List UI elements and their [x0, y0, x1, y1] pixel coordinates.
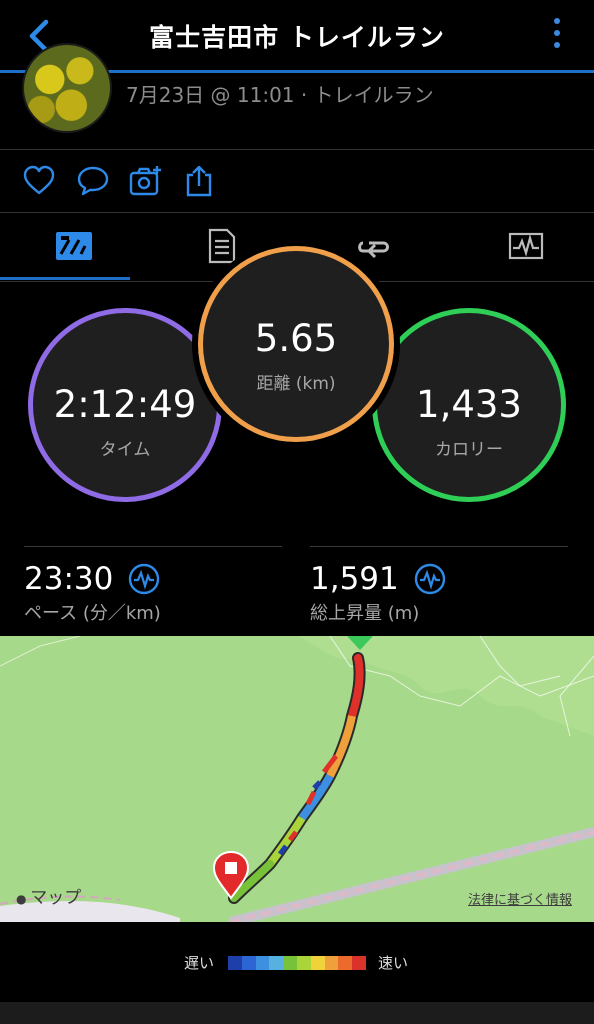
- legend-fast-label: 速い: [378, 954, 409, 972]
- legend-swatch: [269, 956, 284, 970]
- pace-label: ペース (分／km): [24, 603, 161, 624]
- legend-swatch: [324, 956, 339, 970]
- calories-value: 1,433: [416, 383, 522, 426]
- comment-bubble-icon[interactable]: [76, 164, 110, 198]
- legend-swatch: [352, 956, 366, 970]
- time-value: 2:12:49: [53, 383, 197, 426]
- pace-chart-icon[interactable]: [128, 563, 160, 595]
- legend-slow-label: 遅い: [184, 954, 215, 972]
- pace-value: 23:30: [24, 561, 114, 597]
- elevation-chart-icon[interactable]: [414, 563, 446, 595]
- active-tab-indicator: [0, 277, 130, 280]
- legend-swatch: [255, 956, 270, 970]
- activity-summary: 7月23日 @ 11:01 · トレイルラン: [0, 43, 594, 150]
- chart-wave-icon: [508, 232, 544, 260]
- legend-swatch: [296, 956, 311, 970]
- route-map[interactable]: ● マップ 法律に基づく情報: [0, 636, 594, 922]
- add-photo-camera-icon[interactable]: [129, 164, 163, 198]
- distance-label: 距離 (km): [256, 374, 336, 394]
- legend-color-scale: [228, 956, 366, 970]
- bottom-strip: [0, 1002, 594, 1024]
- speed-legend: 遅い 速い: [0, 922, 594, 1002]
- map-canvas: [0, 636, 594, 922]
- tab-overview[interactable]: [0, 213, 148, 280]
- legend-swatch: [283, 956, 297, 970]
- distance-value: 5.65: [254, 317, 338, 360]
- overview-stats-icon: [56, 232, 92, 260]
- legal-info-link[interactable]: 法律に基づく情報: [468, 889, 572, 908]
- legend-swatch: [338, 956, 353, 970]
- time-ring: 2:12:49 タイム: [28, 308, 222, 502]
- map-credit: ● マップ: [16, 883, 81, 908]
- more-options-icon[interactable]: [550, 14, 564, 56]
- action-bar: [0, 150, 594, 213]
- stat-rings: 2:12:49 タイム 1,433 カロリー 5.65 距離 (km): [0, 246, 594, 540]
- laps-loop-icon: [358, 241, 389, 259]
- share-icon[interactable]: [182, 164, 216, 198]
- map-credit-text: マップ: [30, 888, 82, 908]
- time-label: タイム: [99, 440, 151, 460]
- apple-logo-icon: ●: [16, 892, 31, 906]
- legend-swatch: [228, 956, 242, 970]
- calories-label: カロリー: [435, 440, 503, 460]
- activity-subtitle: 7月23日 @ 11:01 · トレイルラン: [126, 83, 434, 107]
- distance-ring: 5.65 距離 (km): [198, 246, 394, 442]
- calories-ring: 1,433 カロリー: [372, 308, 566, 502]
- legend-swatch: [241, 956, 256, 970]
- legend-swatch: [310, 956, 325, 970]
- elevation-value: 1,591: [310, 561, 399, 597]
- pace-metric[interactable]: 23:30 ペース (分／km): [24, 546, 282, 625]
- document-list-icon: [208, 228, 236, 264]
- like-heart-icon[interactable]: [22, 164, 56, 198]
- elevation-label: 総上昇量 (m): [310, 603, 420, 624]
- elevation-metric[interactable]: 1,591 総上昇量 (m): [310, 546, 568, 625]
- avatar[interactable]: [22, 43, 112, 133]
- tab-charts[interactable]: [452, 213, 594, 279]
